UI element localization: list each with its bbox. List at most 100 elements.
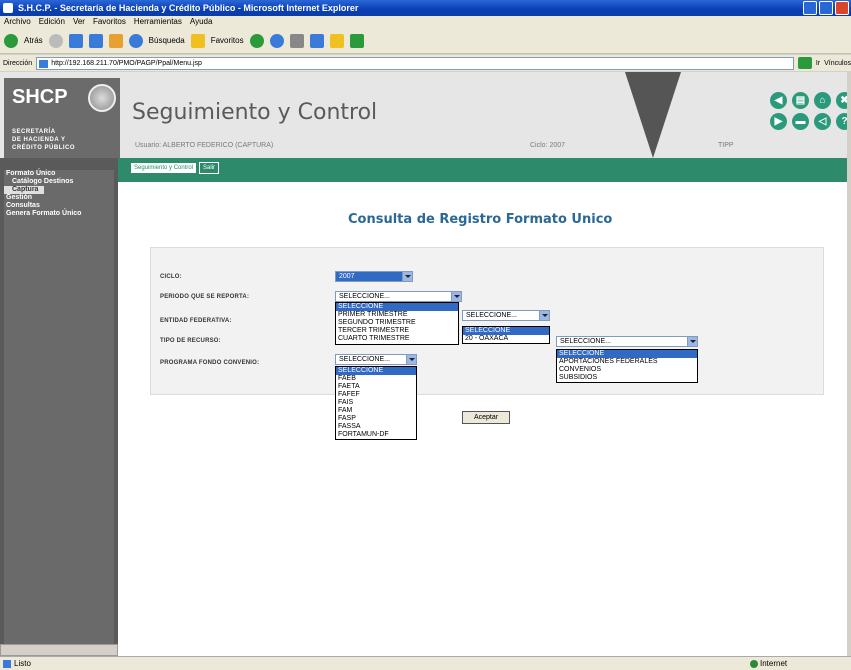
sidebar-item-catalogo[interactable]: Catálogo Destinos <box>4 178 114 186</box>
programa-option[interactable]: FASP <box>336 415 416 423</box>
sidebar-item-consultas[interactable]: Consultas <box>4 202 114 210</box>
programa-option[interactable]: FAM <box>336 407 416 415</box>
programa-label: PROGRAMA FONDO CONVENIO: <box>160 360 260 366</box>
page-scrollbar[interactable] <box>847 72 851 656</box>
tab-seguimiento[interactable]: Seguimiento y Control <box>130 162 198 174</box>
ciclo-select[interactable]: 2007 <box>335 271 413 282</box>
app-title: Seguimiento y Control <box>132 100 378 125</box>
tipo-value: SELECCIONE... <box>560 338 611 345</box>
entidad-option[interactable]: SELECCIONE <box>463 327 549 335</box>
favorites-icon[interactable] <box>190 33 205 48</box>
address-bar: Dirección http://192.168.211.70/PMO/PAGP… <box>0 55 851 71</box>
programa-option[interactable]: FAETA <box>336 383 416 391</box>
funnel-graphic <box>625 72 681 158</box>
window-controls <box>803 1 849 15</box>
home-nav-icon[interactable]: ⌂ <box>814 92 831 109</box>
chevron-down-icon[interactable] <box>402 272 412 281</box>
folder-icon[interactable] <box>329 33 344 48</box>
programa-option[interactable]: FAFEF <box>336 391 416 399</box>
menu-favoritos[interactable]: Favoritos <box>93 16 126 28</box>
entidad-option[interactable]: 20 - OAXACA <box>463 335 549 343</box>
sidebar-item-gestion[interactable]: Gestión <box>4 194 114 202</box>
help-nav-icon[interactable]: ? <box>836 113 847 130</box>
periodo-select[interactable]: SELECCIONE... <box>335 291 462 302</box>
entidad-dropdown: SELECCIONE 20 - OAXACA <box>462 326 550 344</box>
go-label[interactable]: Ir <box>816 60 820 67</box>
menu-herramientas[interactable]: Herramientas <box>134 16 182 28</box>
sidebar-item-genera[interactable]: Genera Formato Único <box>4 210 114 218</box>
periodo-label: PERIODO QUE SE REPORTA: <box>160 294 250 300</box>
periodo-option[interactable]: CUARTO TRIMESTRE <box>336 335 458 343</box>
mail-icon[interactable] <box>269 33 284 48</box>
refresh-icon[interactable] <box>88 33 103 48</box>
history-icon[interactable] <box>249 33 264 48</box>
menu-ayuda[interactable]: Ayuda <box>190 16 213 28</box>
chevron-down-icon[interactable] <box>539 311 549 320</box>
close-nav-icon[interactable]: ✖ <box>836 92 847 109</box>
tipo-option[interactable]: CONVENIOS <box>557 366 697 374</box>
search-icon[interactable] <box>128 33 143 48</box>
periodo-dropdown: SELECCIONE PRIMER TRIMESTRE SEGUNDO TRIM… <box>335 302 459 345</box>
forward-icon[interactable] <box>48 33 63 48</box>
periodo-option[interactable]: SELECCIONE <box>336 303 458 311</box>
sidebar-scrollbar[interactable] <box>0 644 118 656</box>
periodo-value: SELECCIONE... <box>339 293 390 300</box>
home-icon[interactable] <box>108 33 123 48</box>
close-button[interactable] <box>835 1 849 15</box>
tipo-option[interactable]: SELECCIONE <box>557 350 697 358</box>
programa-option[interactable]: FASSA <box>336 423 416 431</box>
site-header: SHCP SECRETARÍA DE HACIENDA Y CRÉDITO PÚ… <box>0 72 847 158</box>
page-title: Consulta de Registro Formato Unico <box>348 212 613 227</box>
forward-nav-icon[interactable]: ▶ <box>770 113 787 130</box>
entidad-select[interactable]: SELECCIONE... <box>462 310 550 321</box>
programa-option[interactable]: FAEB <box>336 375 416 383</box>
nav-icons: ◀ ▤ ⌂ ✖ ▶ ▬ ◁ ? <box>770 92 847 130</box>
chevron-down-icon[interactable] <box>451 292 461 301</box>
url-input[interactable]: http://192.168.211.70/PMO/PAGP/Ppal/Menu… <box>36 56 795 70</box>
ciclo-value: 2007 <box>339 273 355 280</box>
sidebar: Formato Único Catálogo Destinos Captura … <box>0 158 118 656</box>
periodo-option[interactable]: SEGUNDO TRIMESTRE <box>336 319 458 327</box>
search-label[interactable]: Búsqueda <box>149 36 185 45</box>
periodo-option[interactable]: TERCER TRIMESTRE <box>336 327 458 335</box>
programa-select[interactable]: SELECCIONE... <box>335 354 417 365</box>
tipo-select[interactable]: SELECCIONE... <box>556 336 698 347</box>
back-nav-icon[interactable]: ◀ <box>770 92 787 109</box>
url-text: http://192.168.211.70/PMO/PAGP/Ppal/Menu… <box>51 59 202 67</box>
logo-text: SHCP <box>12 86 68 108</box>
messenger-icon[interactable] <box>349 33 364 48</box>
menu-ver[interactable]: Ver <box>73 16 85 28</box>
sidebar-item-captura[interactable]: Captura <box>4 186 44 194</box>
programa-option[interactable]: SELECCIONE <box>336 367 416 375</box>
menu-archivo[interactable]: Archivo <box>4 16 31 28</box>
list-nav-icon[interactable]: ▤ <box>792 92 809 109</box>
go-button[interactable] <box>798 57 812 69</box>
minimize-button[interactable] <box>803 1 817 15</box>
tipo-option[interactable]: SUBSIDIOS <box>557 374 697 382</box>
programa-option[interactable]: FORTAMUN-DF <box>336 431 416 439</box>
back-label[interactable]: Atrás <box>24 36 43 45</box>
menu-edicion[interactable]: Edición <box>39 16 65 28</box>
chevron-down-icon[interactable] <box>406 355 416 364</box>
logo-subtext: SECRETARÍA DE HACIENDA Y CRÉDITO PÚBLICO <box>12 129 76 151</box>
chevron-down-icon[interactable] <box>687 337 697 346</box>
favorites-label[interactable]: Favoritos <box>211 36 244 45</box>
accept-button[interactable]: Aceptar <box>462 411 510 424</box>
periodo-option[interactable]: PRIMER TRIMESTRE <box>336 311 458 319</box>
programa-value: SELECCIONE... <box>339 356 390 363</box>
prev-nav-icon[interactable]: ◁ <box>814 113 831 130</box>
shcp-logo: SHCP SECRETARÍA DE HACIENDA Y CRÉDITO PÚ… <box>4 78 120 158</box>
status-bar: Listo Internet <box>0 656 851 670</box>
stop-icon[interactable] <box>68 33 83 48</box>
links-label[interactable]: Vínculos <box>824 60 851 67</box>
print-icon[interactable] <box>289 33 304 48</box>
programa-option[interactable]: FAIS <box>336 399 416 407</box>
tab-salir[interactable]: Salir <box>199 162 220 174</box>
back-icon[interactable] <box>4 33 18 48</box>
minus-nav-icon[interactable]: ▬ <box>792 113 809 130</box>
address-label: Dirección <box>3 59 33 67</box>
maximize-button[interactable] <box>819 1 833 15</box>
tipo-option[interactable]: APORTACIONES FEDERALES <box>557 358 697 366</box>
sidebar-item-formato-unico[interactable]: Formato Único <box>4 170 114 178</box>
edit-icon[interactable] <box>309 33 324 48</box>
